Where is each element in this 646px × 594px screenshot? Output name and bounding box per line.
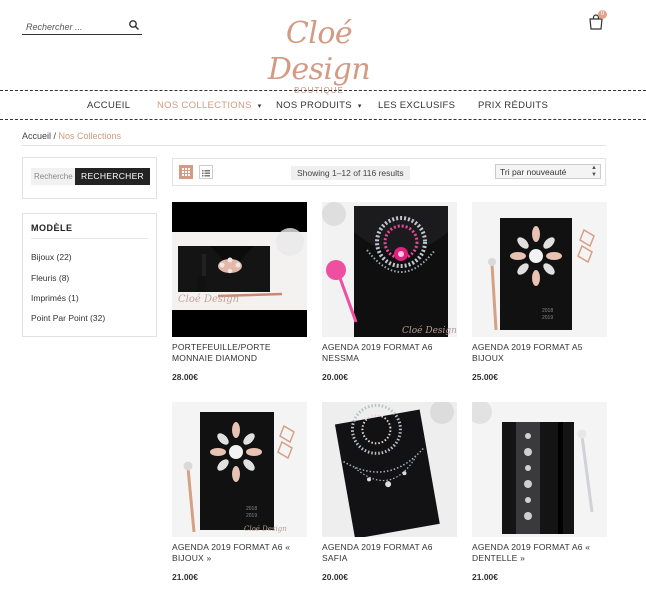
nav-item-les-exclusifs[interactable]: LES EXCLUSIFS — [378, 91, 455, 119]
divider — [22, 145, 606, 146]
site-logo[interactable]: Cloé Design BOUTIQUE — [234, 16, 404, 95]
product-image[interactable] — [472, 402, 607, 537]
breadcrumb-current: Nos Collections — [58, 131, 122, 141]
cart-button[interactable]: 0 — [588, 10, 610, 30]
nav-item-nos-collections[interactable]: NOS COLLECTIONS ▾ — [157, 91, 262, 119]
product-image[interactable] — [322, 402, 457, 537]
wallet-photo: Cloé Design — [172, 202, 307, 337]
nav-item-nos-produits[interactable]: NOS PRODUITS ▾ — [276, 91, 362, 119]
svg-text:2018: 2018 — [246, 506, 257, 512]
product-title[interactable]: AGENDA 2019 FORMAT A6 SAFIA — [322, 542, 457, 564]
list-icon — [202, 170, 210, 177]
product-price: 20.00€ — [322, 372, 348, 382]
product-title[interactable]: AGENDA 2019 FORMAT A6 « DENTELLE » — [472, 542, 607, 564]
agenda-safia-photo — [322, 402, 457, 537]
logo-text: Cloé Design — [267, 16, 371, 87]
product-title[interactable]: AGENDA 2019 FORMAT A5 BIJOUX — [472, 342, 607, 364]
widget-title: MODÈLE — [31, 223, 73, 233]
sidebar-search-input[interactable] — [31, 168, 75, 185]
grid-view-button[interactable] — [179, 165, 193, 179]
model-filter-widget: MODÈLE Bijoux (22) Fleuris (8) Imprimés … — [22, 213, 157, 337]
search-icon[interactable] — [128, 19, 140, 31]
nav-item-label: NOS COLLECTIONS — [157, 100, 252, 111]
product-price: 21.00€ — [172, 572, 198, 582]
svg-text:2019: 2019 — [542, 315, 553, 321]
breadcrumb-separator: / — [51, 131, 59, 141]
svg-text:2018: 2018 — [542, 308, 553, 314]
sidebar-search-button[interactable]: RECHERCHER — [75, 168, 150, 185]
svg-text:Cloé Design: Cloé Design — [402, 325, 457, 336]
category-link[interactable]: Point Par Point (32) — [31, 313, 105, 323]
product-title[interactable]: PORTEFEUILLE/PORTE MONNAIE DIAMOND — [172, 342, 307, 364]
svg-text:2019: 2019 — [246, 513, 257, 519]
shop-toolbar: Showing 1–12 of 116 results Tri par nouv… — [172, 158, 606, 186]
result-count: Showing 1–12 of 116 results — [291, 166, 410, 180]
cart-count-badge: 0 — [598, 10, 607, 19]
list-view-button[interactable] — [199, 165, 213, 179]
product-title[interactable]: AGENDA 2019 FORMAT A6 NESSMA — [322, 342, 457, 364]
product-image[interactable]: 2018 2019 Cloé Design — [172, 402, 307, 537]
svg-text:Cloé Design: Cloé Design — [178, 294, 239, 305]
agenda-dentelle-photo — [472, 402, 607, 537]
nav-item-prix-reduits[interactable]: PRIX RÉDUITS — [478, 91, 548, 119]
agenda-nessma-photo: Cloé Design — [322, 202, 457, 337]
agenda-bijoux-a6-photo: 2018 2019 Cloé Design — [172, 402, 307, 537]
dropdown-caret-icon: ▾ — [357, 103, 362, 110]
grid-icon — [182, 168, 190, 176]
dropdown-caret-icon: ▾ — [257, 103, 262, 110]
breadcrumb: Accueil / Nos Collections — [22, 131, 121, 141]
category-link[interactable]: Fleuris (8) — [31, 273, 69, 283]
sort-select[interactable]: Tri par nouveauté ▲ ▼ — [495, 164, 601, 179]
product-price: 21.00€ — [472, 572, 498, 582]
sidebar-search-widget: RECHERCHE R — [22, 157, 157, 199]
product-price: 20.00€ — [322, 572, 348, 582]
agenda-bijoux-a5-photo: 2018 2019 — [472, 202, 607, 337]
product-image[interactable]: Cloé Design — [322, 202, 457, 337]
category-link[interactable]: Imprimés (1) — [31, 293, 79, 303]
product-image[interactable]: Cloé Design — [172, 202, 307, 337]
product-title[interactable]: AGENDA 2019 FORMAT A6 « BIJOUX » — [172, 542, 307, 564]
product-price: 28.00€ — [172, 372, 198, 382]
select-arrows-icon: ▲ ▼ — [591, 165, 597, 178]
product-price: 25.00€ — [472, 372, 498, 382]
search-input[interactable] — [22, 19, 122, 35]
svg-text:Cloé Design: Cloé Design — [244, 525, 287, 533]
breadcrumb-home-link[interactable]: Accueil — [22, 131, 51, 141]
nav-item-accueil[interactable]: ACCUEIL — [87, 91, 130, 119]
divider — [31, 238, 148, 239]
sort-select-value: Tri par nouveauté — [500, 167, 567, 177]
category-link[interactable]: Bijoux (22) — [31, 252, 72, 262]
nav-item-label: NOS PRODUITS — [276, 100, 352, 111]
product-image[interactable]: 2018 2019 — [472, 202, 607, 337]
main-nav: ACCUEIL NOS COLLECTIONS ▾ NOS PRODUITS ▾ L… — [0, 90, 646, 120]
header-search — [22, 17, 142, 35]
